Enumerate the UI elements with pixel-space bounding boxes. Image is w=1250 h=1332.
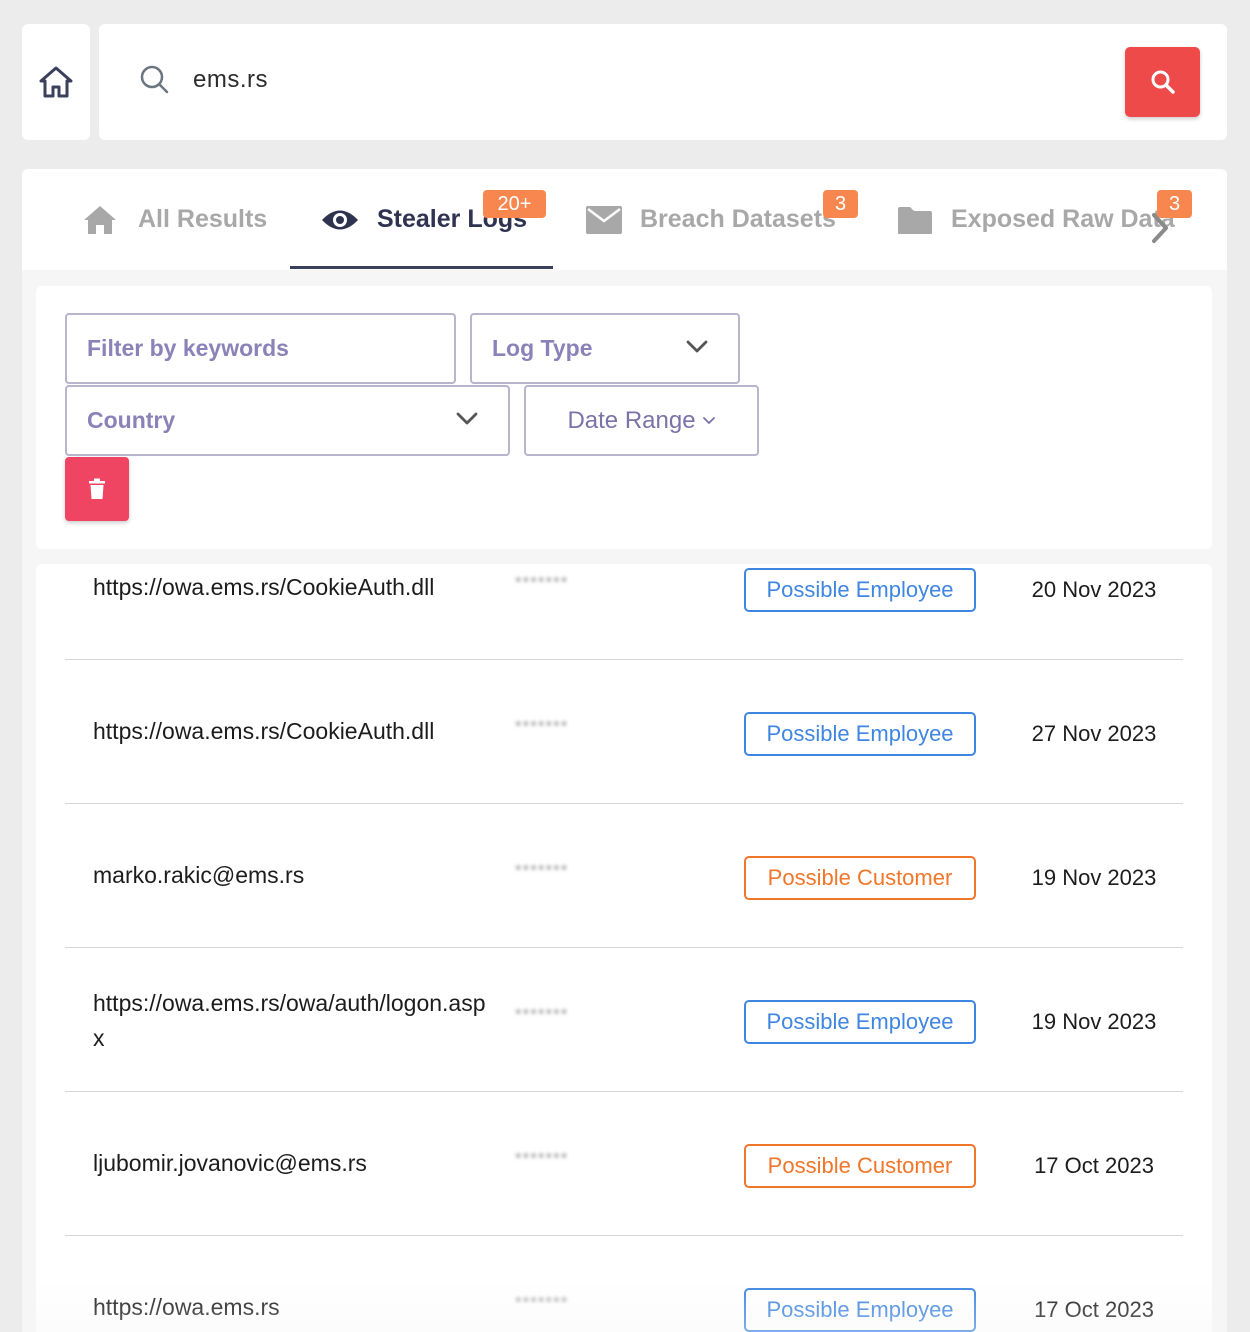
date-range-select[interactable]: Date Range [524,385,759,456]
clear-filters-button[interactable] [65,457,129,521]
filter-panel: Log Type Country Date Range [36,286,1212,549]
search-icon [140,65,169,94]
chevron-right-icon[interactable] [1150,211,1170,245]
tab-bar: All Results Stealer Logs 20+ Breach Data… [22,169,1227,270]
country-select[interactable]: Country [65,385,510,456]
folder-icon [898,206,932,234]
tab-exposed-raw-data[interactable]: Exposed Raw Data [897,169,1175,270]
result-url: marko.rakic@ems.rs [93,862,305,888]
masked-password: ******* [515,573,569,592]
results-list: https://owa.ems.rs/CookieAuth.dll ******… [36,564,1212,1332]
date-range-label: Date Range [567,406,696,434]
status-badge: Possible Customer [744,1144,976,1188]
tab-label: All Results [138,205,268,233]
table-row[interactable]: https://owa.ems.rs/CookieAuth.dll ******… [65,660,1183,804]
masked-password: ******* [515,717,569,736]
result-date: 19 Nov 2023 [1031,865,1157,890]
table-row[interactable]: ljubomir.jovanovic@ems.rs ******* Possib… [65,1092,1183,1236]
chevron-down-icon [456,412,478,425]
table-row[interactable]: https://owa.ems.rs/CookieAuth.dll ******… [65,564,1183,660]
table-row[interactable]: https://owa.ems.rs ******* Possible Empl… [65,1236,1183,1332]
masked-password: ******* [515,1149,569,1168]
status-badge: Possible Employee [744,1000,976,1044]
table-row[interactable]: https://owa.ems.rs/owa/auth/logon.aspx *… [65,948,1183,1092]
main-panel: All Results Stealer Logs 20+ Breach Data… [22,169,1227,1332]
trash-icon [89,478,105,499]
masked-password: ******* [515,861,569,880]
table-row[interactable]: marko.rakic@ems.rs ******* Possible Cust… [65,804,1183,948]
result-date: 19 Nov 2023 [1031,1009,1157,1034]
keyword-filter-field[interactable] [65,313,456,384]
tab-breach-datasets[interactable]: Breach Datasets [585,169,836,270]
eye-icon [322,210,358,229]
tab-stealer-logs[interactable]: Stealer Logs [320,169,527,270]
result-url: https://owa.ems.rs/owa/auth/logon.aspx [93,990,486,1051]
status-badge: Possible Customer [744,856,976,900]
tab-badge: 3 [823,190,858,218]
log-type-select[interactable]: Log Type [470,313,740,384]
chevron-down-icon [702,416,715,424]
envelope-icon [586,205,622,234]
log-type-label: Log Type [492,335,593,361]
tab-all-results[interactable]: All Results [82,169,267,270]
result-date: 17 Oct 2023 [1034,1153,1154,1178]
result-date: 17 Oct 2023 [1034,1297,1154,1322]
home-icon [84,205,116,234]
chevron-down-icon [686,340,708,353]
tab-badge: 20+ [483,190,546,218]
result-url: https://owa.ems.rs/CookieAuth.dll [93,718,435,744]
result-url: https://owa.ems.rs [93,1294,280,1320]
active-tab-indicator [290,266,553,269]
result-date: 27 Nov 2023 [1031,721,1157,746]
status-badge: Possible Employee [744,712,976,756]
result-url: ljubomir.jovanovic@ems.rs [93,1150,367,1176]
tab-label: Breach Datasets [640,205,836,233]
tab-label: Exposed Raw Data [951,205,1175,233]
search-icon [1151,70,1175,94]
result-date: 20 Nov 2023 [1031,577,1157,602]
masked-password: ******* [515,1293,569,1312]
search-input[interactable]: ems.rs [193,64,268,96]
result-url: https://owa.ems.rs/CookieAuth.dll [93,574,435,600]
status-badge: Possible Employee [744,1288,976,1332]
home-icon [39,66,73,98]
country-label: Country [87,407,176,433]
keyword-filter-input[interactable] [87,335,454,362]
home-button[interactable] [22,24,90,140]
search-bar: ems.rs [99,24,1227,140]
search-button[interactable] [1125,47,1200,117]
status-badge: Possible Employee [744,568,976,612]
masked-password: ******* [515,1005,569,1024]
